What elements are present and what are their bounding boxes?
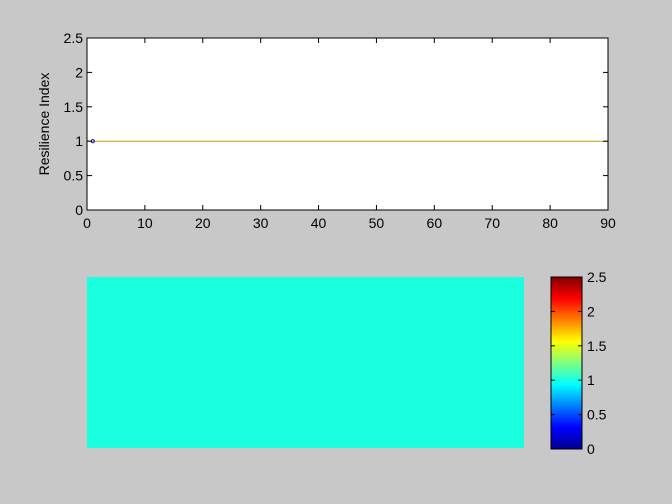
x-tick-label: 70 [484,215,500,231]
colorbar-gradient [551,277,582,449]
heatmap-cell [87,277,524,448]
x-tick-label: 10 [137,215,153,231]
y-axis-label: Resilience Index [36,73,52,176]
colorbar-tick-label: 1.5 [587,338,607,354]
colorbar-tick-label: 2 [587,303,595,319]
y-tick-label: 0 [75,202,83,218]
line-plot: 0 10 20 30 40 50 60 70 80 90 0 0.5 1 1.5 2 2.5 Resilie… [36,30,616,231]
y-tick-label: 1.5 [64,99,84,115]
line-plot-area [87,38,608,210]
y-tick-label: 2 [75,64,83,80]
colorbar-tick-label: 1 [587,372,595,388]
heatmap [87,277,524,448]
colorbar-tick-label: 2.5 [587,269,607,285]
x-tick-label: 20 [195,215,211,231]
x-tick-label: 30 [253,215,269,231]
figure: 0 10 20 30 40 50 60 70 80 90 0 0.5 1 1.5 2 2.5 Resilie… [0,0,672,504]
y-tick-label: 0.5 [64,168,84,184]
colorbar-tick-label: 0.5 [587,407,607,423]
x-tick-label: 60 [427,215,443,231]
x-tick-label: 80 [542,215,558,231]
y-tick-label: 1 [75,133,83,149]
colorbar: 0 0.5 1 1.5 2 2.5 [550,269,607,457]
colorbar-tick-label: 0 [587,441,595,457]
x-tick-label: 0 [83,215,91,231]
x-tick-label: 40 [311,215,327,231]
figure-canvas: 0 10 20 30 40 50 60 70 80 90 00.511.522.5 Resilie… [36,30,616,457]
x-tick-label: 90 [600,215,616,231]
x-tick-label: 50 [369,215,385,231]
y-tick-label: 2.5 [64,30,84,46]
